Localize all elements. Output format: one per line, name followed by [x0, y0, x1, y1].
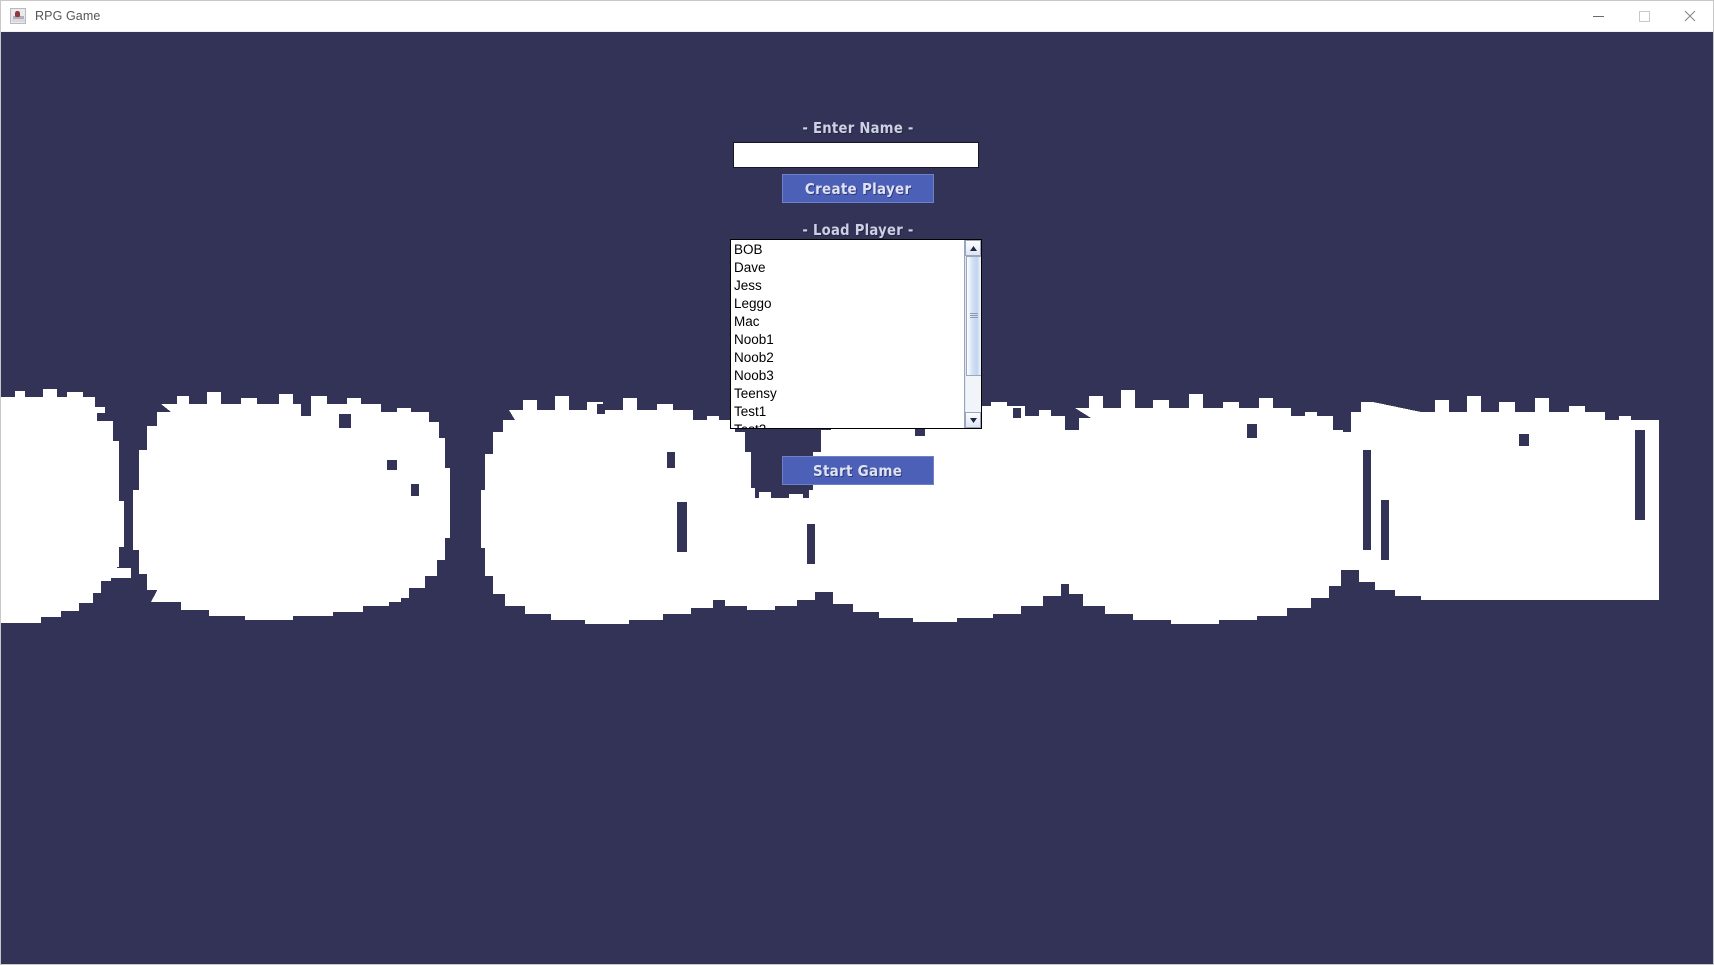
player-list-item[interactable]: Test1 [734, 403, 964, 421]
maximize-icon [1638, 10, 1650, 22]
scrollbar-track[interactable] [965, 256, 981, 412]
close-icon [1684, 10, 1696, 22]
scrollbar-grip-icon [970, 313, 978, 318]
main-menu: - Enter Name - Create Player - Load Play… [1, 32, 1713, 964]
player-list-item[interactable]: BOB [734, 241, 964, 259]
player-list-item[interactable]: Noob2 [734, 349, 964, 367]
chevron-down-icon [969, 417, 977, 423]
minimize-icon [1592, 15, 1604, 17]
scroll-up-button[interactable] [965, 240, 981, 256]
close-button[interactable] [1667, 1, 1713, 32]
game-canvas: - Enter Name - Create Player - Load Play… [1, 32, 1713, 964]
player-list-box: BOB Dave Jess Leggo Mac Noob1 Noob2 Noob3 Teensy… [730, 239, 982, 429]
name-input[interactable] [733, 142, 979, 168]
player-list-item[interactable]: Noob3 [734, 367, 964, 385]
player-list-item[interactable]: Dave [734, 259, 964, 277]
player-list[interactable]: BOB Dave Jess Leggo Mac Noob1 Noob2 Noob3 Teensy… [731, 240, 964, 428]
player-list-item[interactable]: Mac [734, 313, 964, 331]
chevron-up-icon [969, 245, 977, 251]
create-player-button-label: Create Player [804, 179, 912, 198]
scroll-down-button[interactable] [965, 412, 981, 428]
window-title: RPG Game [35, 9, 101, 23]
create-player-button[interactable]: Create Player [782, 174, 934, 203]
player-list-scrollbar[interactable] [964, 240, 981, 428]
enter-name-label: - Enter Name - [802, 119, 914, 137]
player-list-item[interactable]: Noob1 [734, 331, 964, 349]
start-game-button-label: Start Game [813, 461, 903, 480]
title-bar: RPG Game [1, 1, 1713, 32]
java-duke-icon [10, 8, 26, 24]
player-list-item[interactable]: Test2 [734, 421, 964, 428]
player-list-item[interactable]: Teensy [734, 385, 964, 403]
player-list-item[interactable]: Leggo [734, 295, 964, 313]
start-game-button[interactable]: Start Game [782, 456, 934, 485]
scrollbar-thumb[interactable] [966, 256, 981, 376]
maximize-button[interactable] [1621, 1, 1667, 32]
application-window: RPG Game - Enter Name - Create Player - … [0, 0, 1714, 965]
minimize-button[interactable] [1575, 1, 1621, 32]
load-player-label: - Load Player - [802, 221, 914, 239]
player-list-item[interactable]: Jess [734, 277, 964, 295]
window-controls [1575, 1, 1713, 32]
